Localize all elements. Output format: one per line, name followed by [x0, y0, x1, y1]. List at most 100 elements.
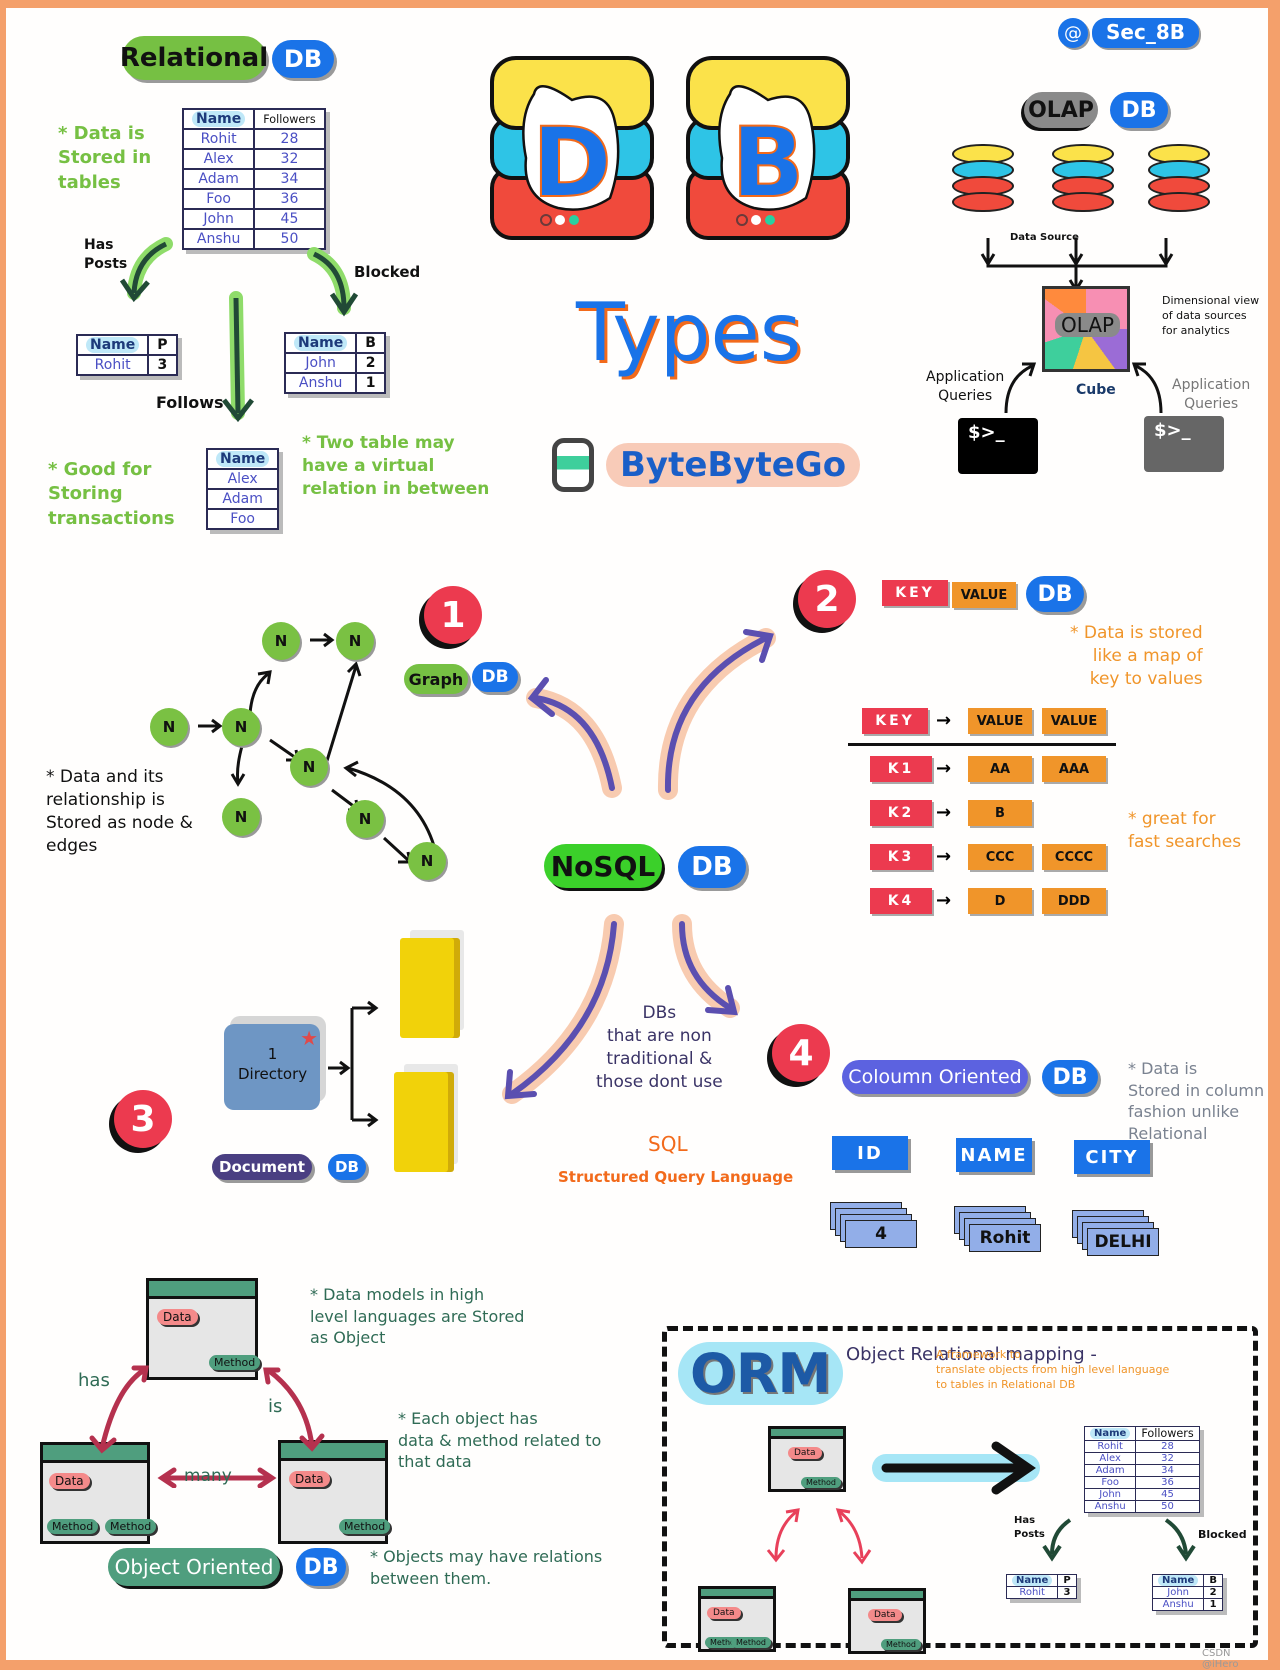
table-row: Rohit 3 [1005, 1586, 1077, 1599]
graph-node: N [150, 708, 188, 746]
table-cell: Anshu [1083, 1500, 1137, 1513]
table-cell: 34 [1135, 1464, 1200, 1477]
relation-has: has [78, 1370, 110, 1391]
kv-value: AA [968, 756, 1032, 782]
kv-divider [848, 743, 1116, 746]
kv-value: D [968, 888, 1032, 914]
table-header-row: Name P [75, 334, 178, 356]
document-label: Document [212, 1154, 312, 1180]
kv-value: B [968, 800, 1032, 826]
arrow-right-icon: → [936, 802, 952, 823]
table-header-cell: Name [1083, 1426, 1137, 1441]
brand: ByteByteGo [552, 438, 861, 492]
kv-note-map: * Data is stored like a map of key to va… [1070, 623, 1203, 689]
column-header-city: CITY [1074, 1140, 1150, 1174]
arrow-right-icon: → [936, 758, 952, 779]
kv-value: DDD [1042, 888, 1106, 914]
kv-key: K4 [870, 888, 932, 914]
object-box: Data Method [848, 1588, 926, 1654]
olap-query-left: Application Queries [926, 369, 1005, 404]
table-header-cell: B [1203, 1574, 1223, 1587]
table-header-row: Name P [1005, 1574, 1077, 1587]
arrow-right-icon: → [936, 846, 952, 867]
relational-note-virtual: * Two table may have a virtual relation … [302, 433, 490, 499]
table-row: Anshu 1 [283, 372, 386, 394]
relational-note-transactions: * Good for Storing transactions [48, 459, 175, 529]
table-row: Adam 34 [1083, 1464, 1200, 1477]
object-box: Data Method Method [698, 1586, 776, 1652]
table-cell: Foo [205, 508, 280, 530]
table-header-cell: Name [205, 448, 280, 470]
olap-note: Dimensional view of data sources for ana… [1162, 294, 1260, 337]
arrow-right-icon: → [936, 710, 952, 731]
table-cell: 3 [1057, 1586, 1077, 1599]
nosql-label: NoSQL [544, 844, 662, 888]
handle-badge: @ Sec_8B [1058, 18, 1199, 48]
object-oriented-label: Object Oriented [108, 1548, 280, 1586]
orm-blocked-table: Name B John 2 Anshu 1 [1151, 1574, 1223, 1611]
column-value-stack: DELHI [1072, 1210, 1159, 1256]
data-chip: Data [157, 1309, 198, 1325]
column-header-name: NAME [956, 1138, 1032, 1172]
sql-full-label: Structured Query Language [558, 1168, 794, 1186]
method-chip: Method [731, 1637, 772, 1648]
graph-note: * Data and its relationship is Stored as… [46, 767, 193, 856]
column-value-stack: 4 [830, 1202, 917, 1248]
table-row: John 45 [1083, 1488, 1200, 1501]
column-value-stack: Rohit [954, 1206, 1041, 1252]
table-cell: Alex [205, 468, 280, 490]
sql-label: SQL [648, 1132, 688, 1156]
terminal-right: $>_ [1144, 416, 1224, 472]
graph-node: N [290, 748, 328, 786]
watermark: CSDN @iHero [1202, 1648, 1239, 1670]
badge-3: 3 [114, 1090, 172, 1148]
table-cell: 36 [1135, 1476, 1200, 1489]
nosql-db-pill: DB [678, 846, 746, 888]
data-source-label: Data Source [1010, 232, 1079, 243]
table-cell: Adam [205, 488, 280, 510]
query-arrows [1004, 362, 1163, 414]
olap-cube-label: OLAP [1055, 313, 1121, 337]
table-row: Adam [205, 488, 280, 510]
table-cell: 3 [147, 354, 178, 376]
handle-text: Sec_8B [1092, 18, 1199, 48]
table-cell: Rohit [1005, 1586, 1059, 1599]
title-letter-b: B [731, 107, 804, 219]
data-chip: Data [868, 1609, 902, 1621]
table-header-cell: Followers [1135, 1426, 1200, 1441]
terminal-left: $>_ [958, 418, 1038, 474]
directory-folder: ★ 1 Directory [224, 1024, 320, 1110]
relation-many: many [184, 1466, 232, 1486]
bytebytego-logo-icon [552, 438, 594, 492]
graph-db-pill: DB [472, 662, 518, 692]
badge-4: 4 [772, 1024, 830, 1082]
method-chip: Method [105, 1519, 157, 1534]
title-letter-d: D [532, 107, 612, 219]
infographic-canvas: @ Sec_8B Relational DB * Data is Stored … [6, 8, 1268, 1670]
column-value: Rohit [969, 1224, 1041, 1252]
column-value: 4 [845, 1220, 917, 1248]
object-db-pill: DB [296, 1548, 346, 1586]
table-header-cell: Name [75, 334, 150, 356]
table-header-row: Name B [1151, 1574, 1223, 1587]
table-cell: Anshu [1151, 1598, 1205, 1611]
kv-db-pill: DB [1026, 576, 1084, 612]
table-cell: Rohit [75, 354, 150, 376]
db-cylinders: D B [490, 56, 850, 240]
olap-source-cylinder-icon [952, 144, 1014, 212]
kv-key: K1 [870, 756, 932, 782]
title-subtitle: Types [576, 286, 802, 379]
orm-main-table: Name Followers Rohit 28 Alex 32 Adam 34 Foo 36 Joh… [1083, 1426, 1200, 1513]
graph-node: N [336, 622, 374, 660]
table-row: Alex [205, 468, 280, 490]
table-row: Foo 36 [1083, 1476, 1200, 1489]
column-value: DELHI [1087, 1228, 1159, 1256]
table-cell: 50 [1135, 1500, 1200, 1513]
table-header-cell: P [1057, 1574, 1077, 1587]
table-row: Anshu 1 [1151, 1598, 1223, 1611]
kv-value: CCC [968, 844, 1032, 870]
method-chip: Method [339, 1519, 391, 1534]
table-row: John 2 [283, 352, 386, 374]
kv-value: VALUE [1042, 708, 1106, 734]
kv-key: KEY [862, 708, 928, 734]
